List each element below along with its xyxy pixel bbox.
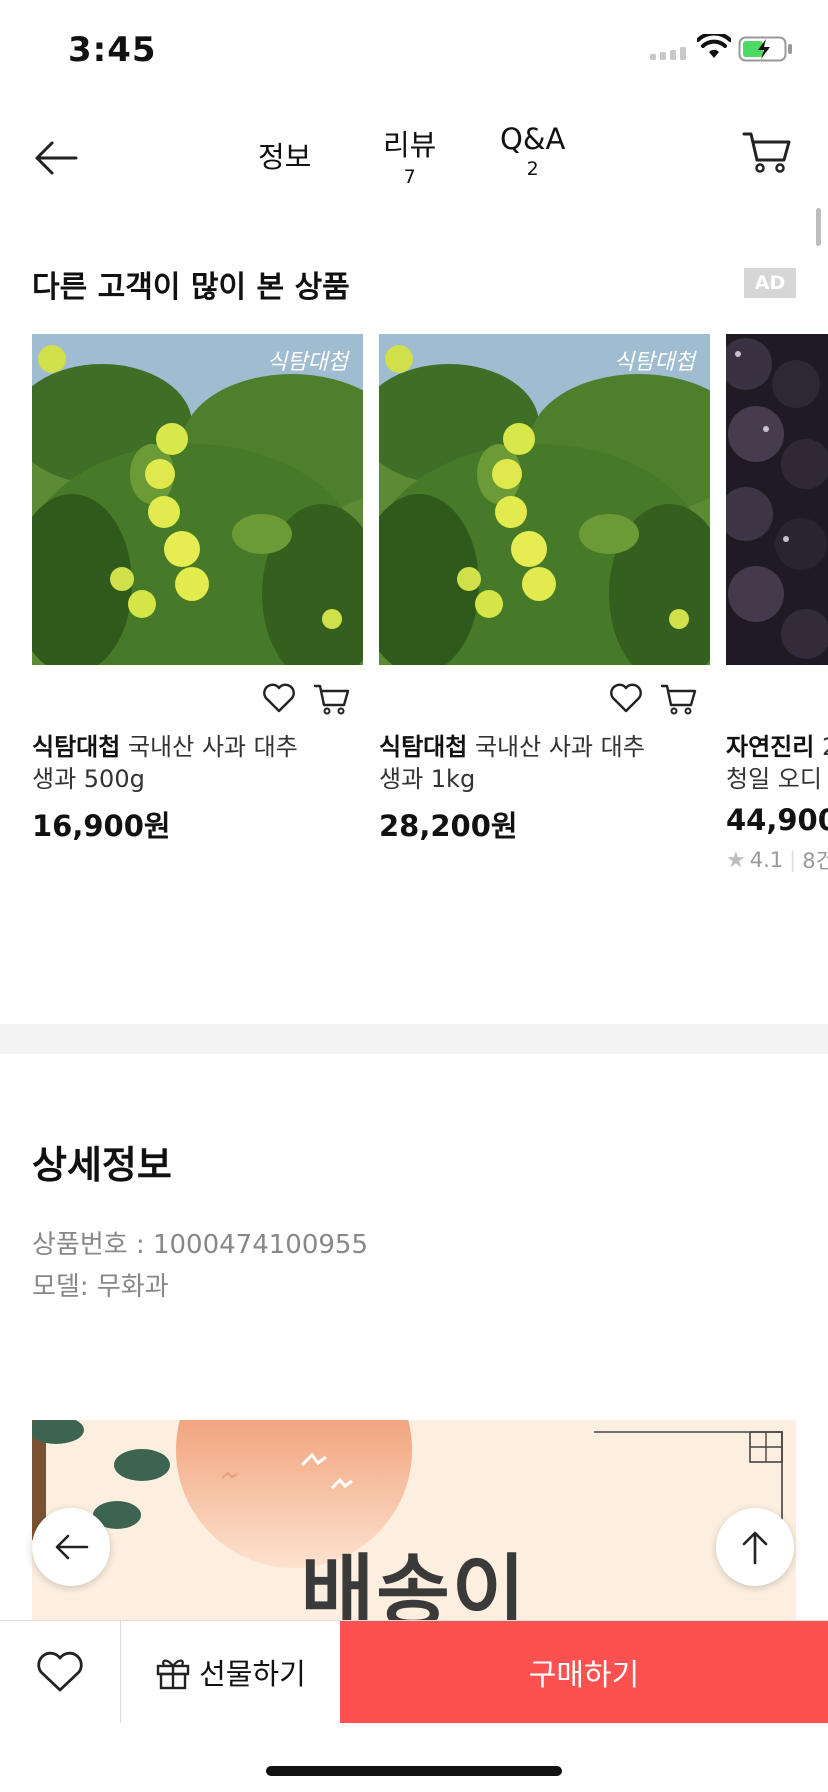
product-title[interactable]: 식탐대첩 국내산 사과 대추 (379, 731, 699, 763)
arrow-left-icon (35, 141, 78, 175)
banner-headline: 배송이 (300, 1546, 528, 1620)
tab-qa-label: Q&A (500, 122, 566, 156)
wifi-icon (697, 34, 731, 58)
detail-title: 상세정보 (32, 1143, 172, 1187)
product-name-line2: 생과 500g (32, 765, 145, 793)
buy-button[interactable]: 구매하기 (340, 1621, 828, 1723)
nav-bar: 정보 리뷰 7 Q&A 2 (0, 110, 828, 200)
tab-review-label: 리뷰 (383, 128, 437, 162)
star-icon: ★ (726, 847, 746, 873)
tab-qa[interactable]: Q&A 2 (500, 122, 565, 180)
jujube-photo: 식탐대첩 (32, 334, 363, 665)
product-image[interactable]: 식탐대첩 (379, 334, 710, 665)
review-count: 8건 (802, 849, 828, 873)
home-indicator (266, 1766, 562, 1776)
product-price: 28,200원 (379, 809, 518, 843)
product-card[interactable]: 식탐대첩 식탐대첩 국내산 사과 대추 생과 500g 16,900원 (32, 334, 363, 845)
gift-icon (156, 1659, 190, 1690)
arrow-up-icon (742, 1531, 768, 1565)
product-price: 44,900 (726, 803, 828, 837)
product-brand: 자연진리 (726, 733, 815, 761)
back-button[interactable] (28, 130, 84, 186)
product-brand: 식탐대첩 (379, 733, 468, 761)
rating-value: 4.1 (749, 848, 784, 872)
battery-charging-icon (738, 36, 792, 62)
cart-icon (742, 132, 791, 173)
add-to-cart-icon[interactable] (314, 683, 350, 715)
status-time: 3:45 (68, 30, 157, 70)
cart-button[interactable] (742, 130, 798, 186)
shipping-banner: 배송이 (32, 1420, 796, 1620)
svg-text:식탐대첩: 식탐대첩 (267, 350, 350, 375)
tab-info[interactable]: 정보 (258, 134, 311, 176)
mulberry-photo (726, 334, 828, 665)
wishlist-button[interactable] (0, 1621, 121, 1723)
ad-badge: AD (744, 268, 796, 298)
product-price: 16,900원 (32, 809, 171, 843)
product-name-line1: 국내산 사과 대추 (127, 733, 298, 761)
product-name-line1: 2 (822, 733, 828, 761)
product-title[interactable]: 자연진리 2 (726, 731, 828, 763)
wishlist-heart-icon[interactable] (262, 683, 296, 713)
status-bar: 3:45 (0, 0, 828, 100)
product-carousel[interactable]: 식탐대첩 식탐대첩 국내산 사과 대추 생과 500g 16,900원 식탐대첩… (32, 334, 828, 894)
product-rating: ★ 4.1 | 8건 (726, 845, 828, 875)
product-card[interactable]: 식탐대첩 식탐대첩 국내산 사과 대추 생과 1kg 28,200원 (379, 334, 710, 845)
product-model: 모델: 무화과 (32, 1272, 169, 1302)
add-to-cart-icon[interactable] (661, 683, 697, 715)
product-name-line2: 청일 오디 (726, 765, 822, 793)
bottom-action-bar: 선물하기 구매하기 (0, 1620, 828, 1723)
product-image[interactable] (726, 334, 828, 665)
product-card[interactable]: 자연진리 2 청일 오디 44,900 ★ 4.1 | 8건 (726, 334, 828, 875)
arrow-left-icon (55, 1534, 89, 1560)
tab-info-label: 정보 (258, 140, 312, 174)
rating-separator: | (789, 848, 797, 872)
product-name-line2: 생과 1kg (379, 765, 476, 793)
tab-qa-count: 2 (526, 158, 539, 180)
heart-icon (37, 1651, 83, 1692)
product-number: 상품번호 : 1000474100955 (32, 1230, 369, 1260)
scroll-to-top-button[interactable] (716, 1508, 794, 1586)
signal-icon (650, 47, 686, 60)
svg-text:식탐대첩: 식탐대첩 (614, 350, 697, 375)
wishlist-heart-icon[interactable] (609, 683, 643, 713)
product-brand: 식탐대첩 (32, 733, 121, 761)
recommendations-title: 다른 고객이 많이 본 상품 (32, 270, 350, 305)
product-image[interactable]: 식탐대첩 (32, 334, 363, 665)
section-divider (0, 1024, 828, 1054)
product-title[interactable]: 식탐대첩 국내산 사과 대추 (32, 731, 352, 763)
product-name-line1: 국내산 사과 대추 (474, 733, 645, 761)
gift-label: 선물하기 (199, 1657, 306, 1691)
tab-review[interactable]: 리뷰 7 (383, 122, 436, 188)
scroll-indicator[interactable] (816, 208, 821, 246)
tab-review-count: 7 (403, 166, 416, 188)
gift-button[interactable]: 선물하기 (121, 1621, 340, 1723)
jujube-photo: 식탐대첩 (379, 334, 710, 665)
floating-back-button[interactable] (32, 1508, 110, 1586)
